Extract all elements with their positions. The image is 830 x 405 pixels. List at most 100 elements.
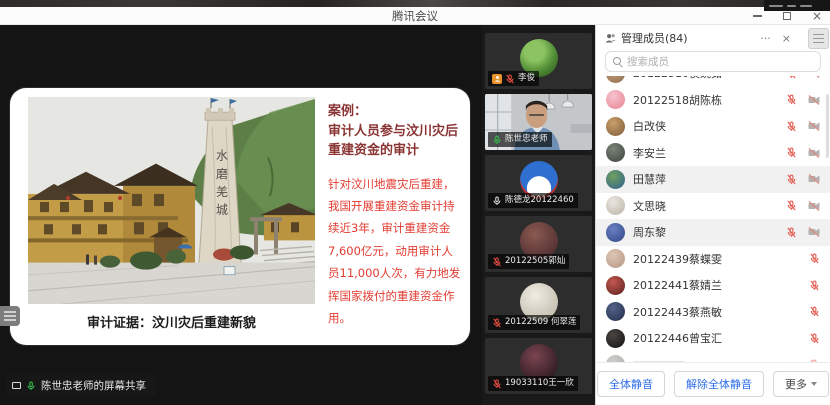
members-panel: 管理成员(84) ··· × 20122510侯婉茹 20	[595, 25, 830, 405]
mic-muted-icon[interactable]	[809, 333, 820, 344]
member-search-box[interactable]	[605, 51, 821, 72]
member-row[interactable]: 田慧萍	[596, 166, 830, 193]
camera-muted-icon[interactable]	[808, 121, 820, 131]
mic-muted-icon[interactable]	[809, 280, 820, 291]
member-row[interactable]: 20122439蔡蝶雯	[596, 246, 830, 273]
more-button[interactable]: 更多	[773, 371, 829, 397]
mic-muted-icon[interactable]	[786, 147, 797, 158]
video-tile[interactable]: 20122509 何翠莲	[485, 277, 592, 333]
member-row[interactable]: 白改侠	[596, 113, 830, 140]
member-row[interactable]: 20122446曾宝汇	[596, 325, 830, 352]
member-avatar	[606, 302, 625, 321]
participant-name: 20122505郭灿	[505, 257, 565, 266]
member-avatar	[606, 355, 625, 362]
member-name: 20122518胡陈栋	[633, 92, 722, 108]
member-avatar	[606, 223, 625, 242]
member-avatar	[606, 276, 625, 295]
mic-muted-icon[interactable]	[786, 200, 797, 211]
video-tile[interactable]: 陈世忠老师	[485, 94, 592, 150]
mic-muted-icon[interactable]	[786, 76, 797, 79]
mic-muted-icon[interactable]	[786, 227, 797, 238]
case-title: 案例： 审计人员参与汶川灾后重建资金的审计	[328, 102, 462, 161]
video-tile[interactable]: 19033110王一欣	[485, 338, 592, 394]
mic-status-icon	[505, 74, 515, 84]
member-name: 20122443蔡燕敏	[633, 304, 722, 320]
slide-photo: 水 磨 羌 城	[28, 97, 315, 304]
member-avatar	[606, 117, 625, 136]
share-status-label: 陈世忠老师的屏幕共享	[41, 378, 146, 393]
panel-close-icon[interactable]: ×	[779, 33, 794, 44]
unmute-all-button[interactable]: 解除全体静音	[674, 371, 764, 397]
member-name: 20122510侯婉茹	[633, 76, 722, 81]
member-row[interactable]: 20122518胡陈栋	[596, 87, 830, 114]
annotation-tool-handle[interactable]	[0, 306, 20, 326]
search-icon	[613, 57, 622, 66]
member-list[interactable]: 20122510侯婉茹 20122518胡陈栋	[596, 76, 830, 362]
mic-status-icon	[492, 135, 502, 145]
camera-muted-icon[interactable]	[808, 76, 820, 78]
maximize-button[interactable]	[780, 9, 794, 23]
video-tile[interactable]: 陈德龙20122460	[485, 155, 592, 211]
panel-header: 管理成员(84) ··· ×	[596, 25, 830, 48]
camera-muted-icon[interactable]	[808, 174, 820, 184]
video-tile[interactable]: 20122505郭灿	[485, 216, 592, 272]
member-avatar	[606, 329, 625, 348]
panel-more-icon[interactable]: ···	[757, 33, 774, 44]
member-row[interactable]: 文思晓	[596, 193, 830, 220]
member-row[interactable]: 20122510侯婉茹	[596, 76, 830, 87]
member-avatar	[606, 170, 625, 189]
panel-collapse-handle[interactable]	[808, 28, 829, 49]
member-row[interactable]: 周东黎	[596, 219, 830, 246]
member-avatar	[606, 196, 625, 215]
tower-inscription-char: 水	[216, 149, 228, 163]
camera-muted-icon[interactable]	[808, 201, 820, 211]
member-avatar	[606, 249, 625, 268]
presentation-slide: 水 磨 羌 城	[10, 88, 470, 345]
member-row[interactable]: 20122441蔡婧兰	[596, 272, 830, 299]
caret-down-icon	[811, 382, 817, 386]
member-name: 田慧萍	[633, 171, 666, 187]
member-name: 李安兰	[633, 145, 666, 161]
mic-muted-icon[interactable]	[809, 359, 820, 362]
titlebar: 腾讯会议 ×	[0, 7, 830, 25]
panel-footer: 全体静音 解除全体静音 更多	[596, 362, 830, 405]
mic-muted-icon[interactable]	[809, 253, 820, 264]
member-name: 文思晓	[633, 198, 666, 214]
mic-muted-icon[interactable]	[809, 306, 820, 317]
camera-muted-icon[interactable]	[808, 95, 820, 105]
members-icon	[605, 33, 616, 43]
mic-on-icon	[26, 381, 36, 391]
member-row[interactable]	[596, 352, 830, 363]
floating-toolbar-cropped	[764, 0, 830, 11]
member-name: 周东黎	[633, 224, 666, 240]
member-name: 20122439蔡蝶雯	[633, 251, 722, 267]
mic-status-icon	[492, 257, 502, 267]
mic-muted-icon[interactable]	[786, 121, 797, 132]
video-tile[interactable]: 李俊	[485, 33, 592, 89]
camera-muted-icon[interactable]	[808, 227, 820, 237]
window-title: 腾讯会议	[392, 8, 438, 24]
desktop-edge	[0, 0, 830, 7]
participant-name: 陈德龙20122460	[505, 196, 574, 205]
scrollbar-thumb[interactable]	[826, 94, 829, 158]
mic-status-icon	[492, 318, 502, 328]
mute-all-button[interactable]: 全体静音	[597, 371, 665, 397]
minimize-button[interactable]	[750, 9, 764, 23]
screen-icon	[12, 382, 21, 389]
panel-title: 管理成员(84)	[621, 30, 752, 46]
close-button[interactable]: ×	[810, 9, 824, 23]
mic-status-icon	[492, 196, 502, 206]
mic-muted-icon[interactable]	[786, 174, 797, 185]
video-strip: 李俊	[482, 25, 595, 405]
member-name: 20122441蔡婧兰	[633, 277, 722, 293]
camera-muted-icon[interactable]	[808, 148, 820, 158]
member-avatar	[606, 76, 625, 83]
member-row[interactable]: 李安兰	[596, 140, 830, 167]
screen-share-area: 水 磨 羌 城	[0, 25, 482, 405]
mic-muted-icon[interactable]	[786, 94, 797, 105]
share-status-banner: 陈世忠老师的屏幕共享	[6, 375, 156, 396]
case-body-text: 针对汶川地震灾后重建，我国开展重建资金审计持续近3年，审计重建资金7,600亿元…	[328, 173, 462, 330]
search-input[interactable]	[627, 56, 813, 68]
member-row[interactable]: 20122443蔡燕敏	[596, 299, 830, 326]
tower-inscription-char: 城	[216, 203, 228, 217]
